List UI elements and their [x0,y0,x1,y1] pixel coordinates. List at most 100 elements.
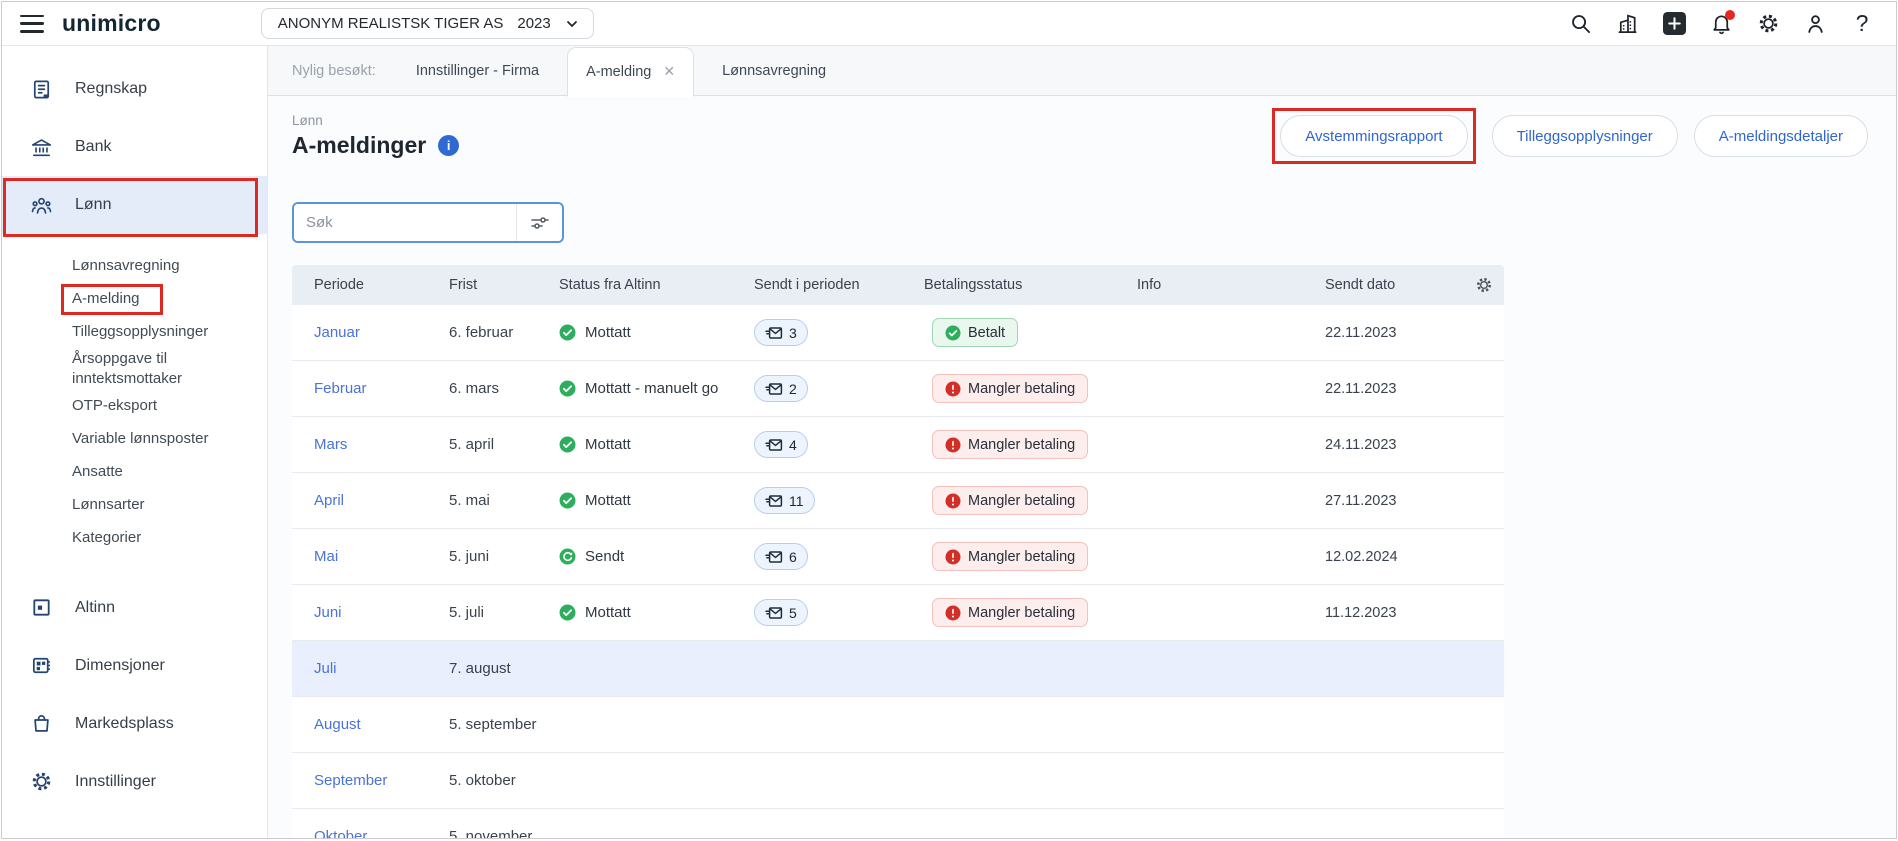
search-box [292,202,564,243]
altinn-status-cell: Mottatt [559,492,754,509]
sent-count-cell: 11 [754,487,924,514]
period-link[interactable]: August [314,716,361,733]
help-icon[interactable]: ? [1850,10,1874,36]
sidebar-item-dimensjoner[interactable]: Dimensjoner [2,637,267,695]
payment-status-cell: Mangler betaling [924,430,1137,459]
period-link[interactable]: Februar [314,380,367,397]
table-row[interactable]: Juli 7. august [292,641,1504,697]
hamburger-menu-icon[interactable] [20,14,44,33]
table-row[interactable]: Oktober 5. november [292,809,1504,838]
sidebar-subitem[interactable]: Kategorier [2,522,267,555]
status-received-icon [559,492,576,509]
sent-count-badge: 2 [754,375,808,402]
sent-count-cell: 2 [754,375,924,402]
sidebar-subitem[interactable]: Variable lønnsposter [2,423,267,456]
sent-count-cell: 6 [754,543,924,570]
envelope-icon [765,326,783,339]
notifications-icon[interactable] [1709,9,1735,36]
period-link[interactable]: Juli [314,660,337,677]
status-received-icon [559,436,576,453]
deadline-cell: 6. mars [449,380,500,397]
recent-label: Nylig besøkt: [292,62,376,79]
sidebar-subitem[interactable]: Lønnsavregning [2,250,267,283]
sidebar-subitem[interactable]: Lønnsarter [2,489,267,522]
search-icon[interactable] [1568,12,1592,36]
sent-count-badge: 4 [754,431,808,458]
sidebar-subitem[interactable]: A-melding [2,283,267,316]
sent-date-cell: 24.11.2023 [1325,436,1397,453]
table-row[interactable]: Mars 5. april Mottatt 4 Mangler betaling… [292,417,1504,473]
table-row[interactable]: April 5. mai Mottatt 11 Mangler betaling… [292,473,1504,529]
payment-status-cell: Mangler betaling [924,542,1137,571]
payment-status-cell: Mangler betaling [924,598,1137,627]
period-link[interactable]: September [314,772,387,789]
warning-icon [945,381,961,396]
add-icon[interactable] [1662,12,1686,36]
close-icon[interactable]: ✕ [663,63,675,80]
a-meldingsdetaljer-button[interactable]: A-meldingsdetaljer [1693,115,1868,157]
deadline-cell: 5. oktober [449,772,516,789]
sidebar-item-innstillinger[interactable]: Innstillinger [2,753,267,811]
app-logo: unimicro [62,10,161,36]
notification-badge [1725,9,1735,20]
sidebar-item-markedsplass[interactable]: Markedsplass [2,695,267,753]
content-area: Periode Frist Status fra Altinn Sendt i per… [268,176,1896,838]
ledger-icon [33,79,50,99]
tab-lonnsavregning[interactable]: Lønnsavregning [722,63,826,79]
envelope-icon [765,606,783,619]
filter-button[interactable] [516,204,562,241]
sidebar-item-bank[interactable]: Bank [2,118,267,176]
sidebar-subitem[interactable]: Tilleggsopplysninger [2,316,267,349]
company-icon[interactable] [1615,12,1639,36]
sent-count-badge: 3 [754,319,808,346]
table-row[interactable]: September 5. oktober [292,753,1504,809]
filter-icon [530,216,549,229]
payment-status-cell: Betalt [924,318,1137,347]
company-year: 2023 [517,15,551,32]
deadline-cell: 5. april [449,436,495,453]
table-settings-icon[interactable] [1475,276,1509,294]
period-link[interactable]: Oktober [314,828,367,838]
info-icon[interactable]: i [438,135,460,156]
avstemmingsrapport-button[interactable]: Avstemmingsrapport [1280,115,1468,157]
settings-icon[interactable] [1756,12,1780,36]
column-header: Info [1137,277,1162,293]
sidebar-item-regnskap[interactable]: Regnskap [2,60,267,118]
sent-count-cell: 4 [754,431,924,458]
sent-date-cell: 11.12.2023 [1325,604,1397,621]
period-link[interactable]: Juni [314,604,342,621]
envelope-icon [765,494,783,507]
period-link[interactable]: Mai [314,548,338,565]
period-link[interactable]: Mars [314,436,347,453]
company-selector[interactable]: ANONYM REALISTSK TIGER AS 2023 [260,8,594,39]
a-melding-table: Periode Frist Status fra Altinn Sendt i per… [292,265,1504,838]
tab-a-melding[interactable]: A-melding ✕ [567,46,695,97]
column-header: Frist [449,277,478,293]
topbar: unimicro ANONYM REALISTSK TIGER AS 2023 [2,2,1896,46]
table-row[interactable]: Januar 6. februar Mottatt 3 Betalt 22.11… [292,305,1504,361]
deadline-cell: 5. juni [449,548,490,565]
profile-icon[interactable] [1803,12,1827,36]
table-row[interactable]: August 5. september [292,697,1504,753]
shopping-bag-icon [34,715,49,732]
tab-innstillinger-firma[interactable]: Innstillinger - Firma [416,63,539,79]
period-link[interactable]: Januar [314,324,360,341]
page-header: Lønn A-meldinger i Avstemmingsrapport Ti… [268,96,1896,176]
table-body: Januar 6. februar Mottatt 3 Betalt 22.11… [292,305,1504,838]
sidebar-subitem[interactable]: Ansatte [2,456,267,489]
altinn-status-cell: Mottatt - manuelt go [559,380,754,397]
table-row[interactable]: Juni 5. juli Mottatt 5 Mangler betaling … [292,585,1504,641]
chevron-down-icon [566,20,577,27]
column-header: Periode [314,277,364,293]
sidebar-subitem[interactable]: Årsoppgave til inntektsmottaker [2,349,267,390]
sidebar-subitem[interactable]: OTP-eksport [2,390,267,423]
period-link[interactable]: April [314,492,344,509]
tilleggsopplysninger-button[interactable]: Tilleggsopplysninger [1491,115,1678,157]
search-input[interactable] [294,204,516,241]
sidebar-item-altinn[interactable]: Altinn [2,579,267,637]
table-row[interactable]: Mai 5. juni Sendt 6 Mangler betaling 12.… [292,529,1504,585]
sidebar-item-lonn[interactable]: Lønn [2,176,267,234]
breadcrumb: Lønn [292,113,323,128]
payment-status-badge: Mangler betaling [932,598,1089,627]
table-row[interactable]: Februar 6. mars Mottatt - manuelt go 2 M… [292,361,1504,417]
